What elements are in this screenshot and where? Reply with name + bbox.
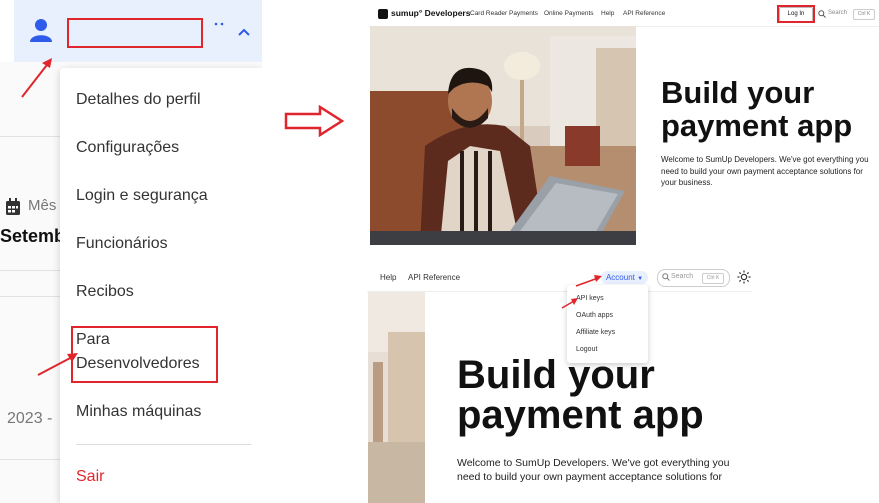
menu-item-affiliate-keys[interactable]: Affiliate keys	[576, 329, 615, 336]
nav-online-payments[interactable]: Online Payments	[544, 10, 594, 17]
annotation-arrow-icon	[21, 58, 52, 98]
nav-api-reference[interactable]: API Reference	[623, 10, 665, 17]
search-icon[interactable]	[818, 10, 826, 18]
top-nav: Help API Reference Account ▼ Search Ctrl…	[367, 265, 752, 292]
annotation-arrow-icon	[575, 275, 602, 287]
menu-item-api-keys[interactable]: API keys	[576, 295, 604, 302]
account-label: Account	[605, 273, 635, 282]
account-menu-button[interactable]: Account ▼	[601, 271, 648, 284]
sun-icon[interactable]	[737, 270, 751, 284]
menu-item-login-security[interactable]: Login e segurança	[76, 187, 208, 205]
nav-help[interactable]: Help	[380, 273, 396, 282]
year-value: 2023 -	[7, 410, 53, 427]
menu-item-profile-details[interactable]: Detalhes do perfil	[76, 91, 201, 109]
menu-item-logout[interactable]: Sair	[76, 468, 104, 486]
hero-intro: Welcome to SumUp Developers. We've got e…	[457, 457, 730, 483]
menu-item-settings[interactable]: Configurações	[76, 139, 179, 157]
arrow-right-icon	[284, 105, 345, 137]
sumup-logo-icon[interactable]	[378, 9, 388, 19]
divider	[0, 136, 60, 137]
search-input[interactable]: Search	[671, 273, 693, 280]
search-shortcut: Ctrl K	[702, 273, 724, 284]
calendar-icon	[6, 198, 20, 215]
user-icon	[30, 19, 52, 42]
hero-heading: Build your payment app	[457, 353, 704, 437]
caret-down-icon: ▼	[637, 276, 644, 282]
divider	[0, 459, 60, 460]
annotation-arrow-icon	[37, 353, 78, 376]
nav-help[interactable]: Help	[601, 10, 614, 17]
search-icon[interactable]	[662, 273, 670, 281]
search-input[interactable]: Search	[828, 10, 847, 16]
nav-api-reference[interactable]: API Reference	[408, 273, 460, 282]
hero-intro: Welcome to SumUp Developers. We've got e…	[661, 155, 869, 187]
nav-card-reader-payments[interactable]: Card Reader Payments	[470, 10, 538, 17]
brand-name[interactable]: sumup° Developers	[391, 8, 470, 18]
menu-item-oauth-apps[interactable]: OAuth apps	[576, 312, 613, 319]
developers-homepage: sumup° Developers Card Reader Payments O…	[369, 2, 879, 245]
search-shortcut: Ctrl K	[853, 9, 875, 20]
profile-menu: Detalhes do perfil Configurações Login e…	[60, 68, 262, 503]
divider	[0, 296, 60, 297]
annotation-arrow-icon	[561, 298, 578, 309]
annotation-box-login	[777, 5, 815, 23]
hero-photo	[370, 26, 636, 245]
menu-item-receipts[interactable]: Recibos	[76, 283, 134, 301]
menu-item-logout[interactable]: Logout	[576, 346, 597, 353]
menu-divider	[76, 444, 251, 445]
month-label: Mês	[28, 197, 57, 214]
annotation-box-username	[67, 18, 203, 48]
menu-item-employees[interactable]: Funcionários	[76, 235, 168, 253]
divider	[0, 270, 60, 271]
hero-photo	[368, 292, 425, 503]
annotation-box-developers	[71, 326, 218, 383]
more-horizontal-icon[interactable]	[214, 22, 224, 26]
hero-heading: Build your payment app	[661, 75, 853, 143]
chevron-up-icon[interactable]	[238, 28, 250, 36]
menu-item-my-machines[interactable]: Minhas máquinas	[76, 403, 201, 421]
